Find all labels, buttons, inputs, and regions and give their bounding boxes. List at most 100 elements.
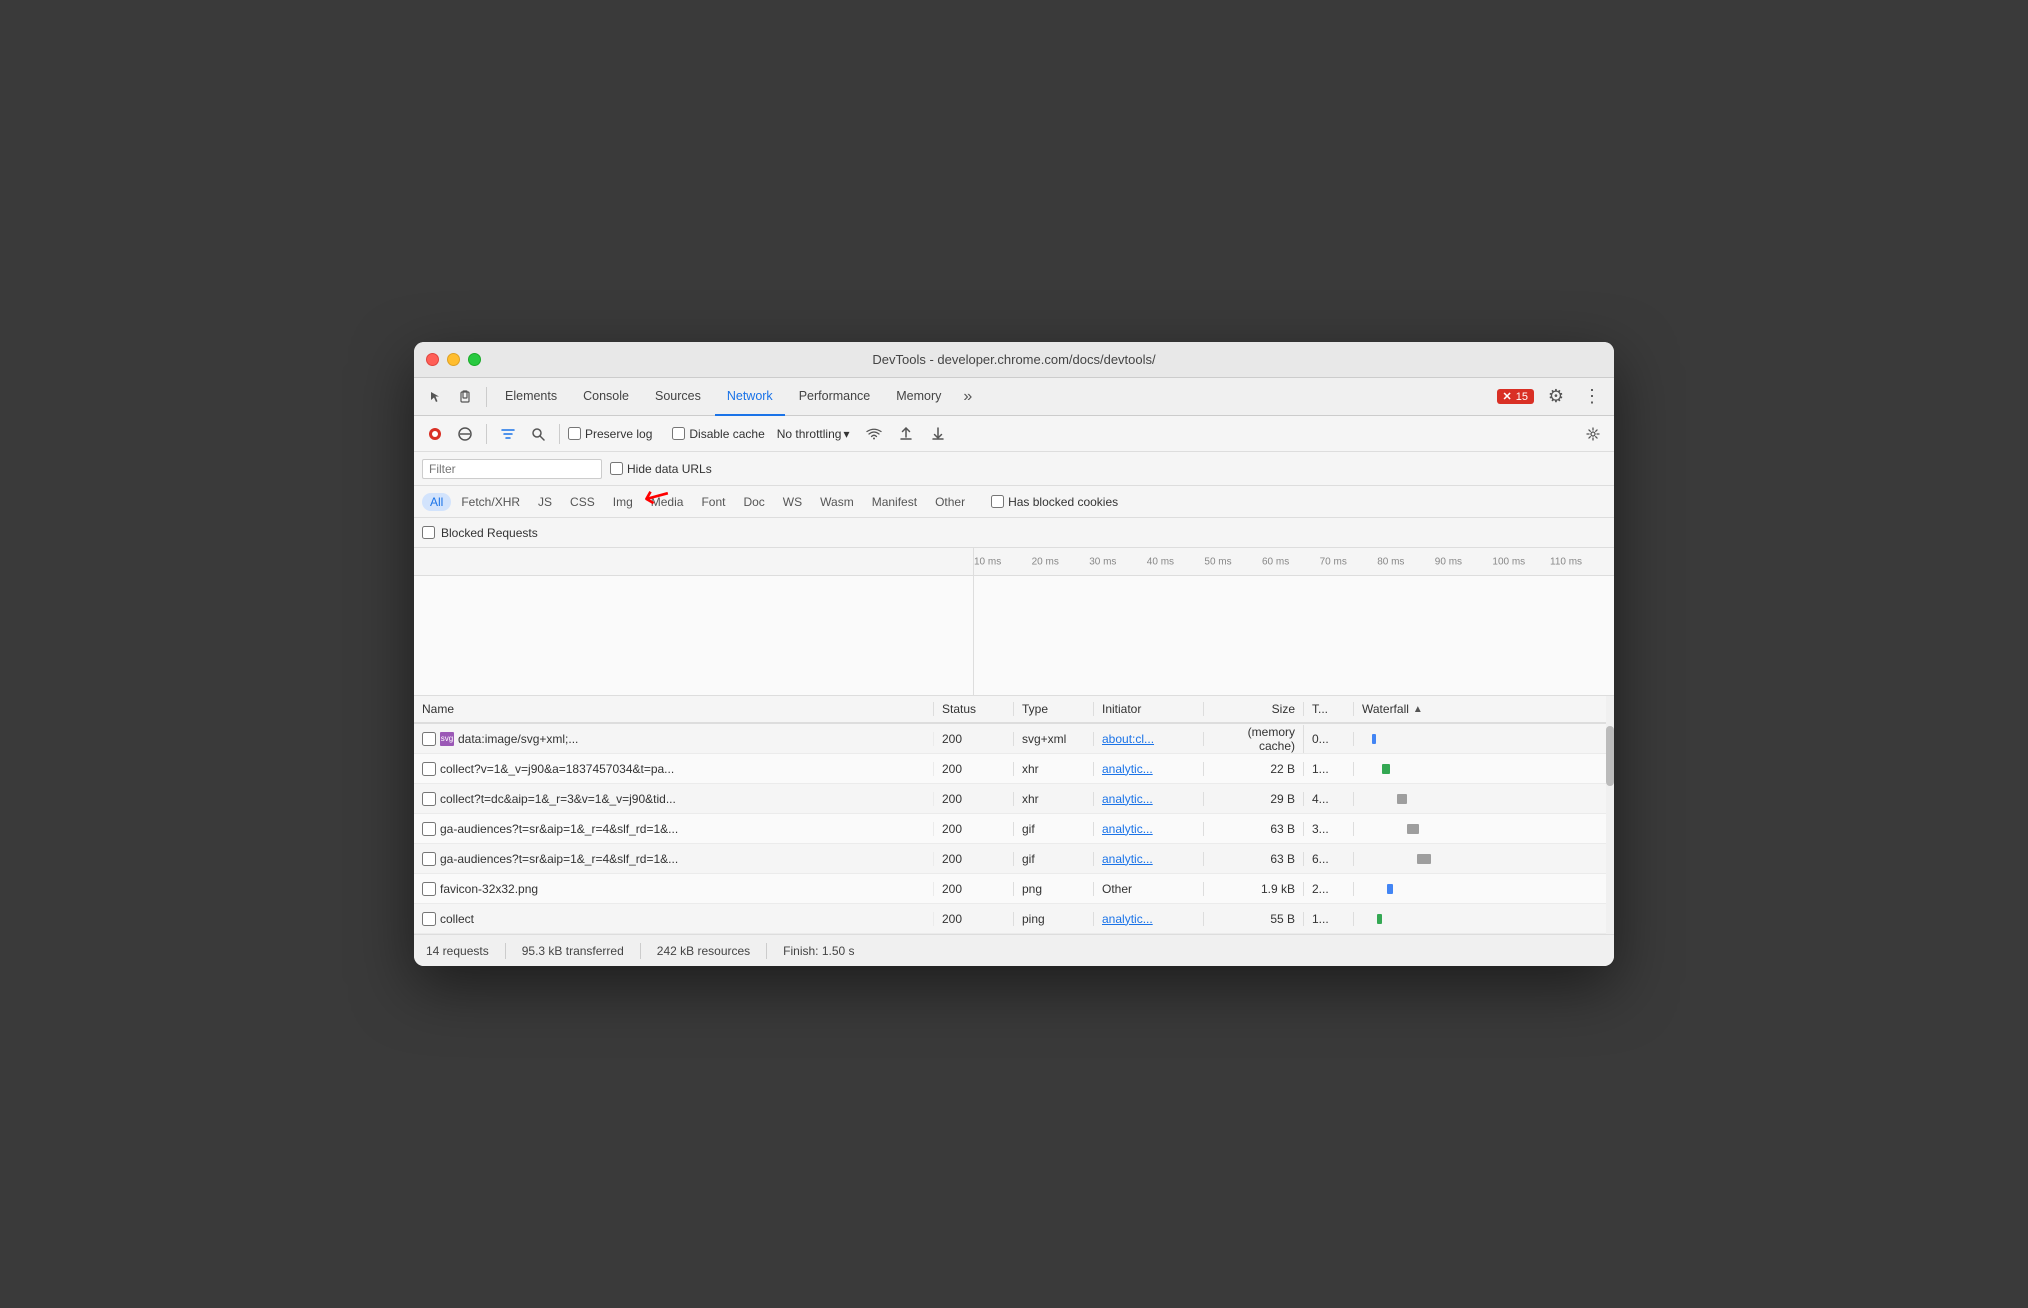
col-header-size: Size <box>1204 702 1304 716</box>
tab-memory[interactable]: Memory <box>884 378 953 416</box>
more-tabs-button[interactable]: » <box>955 388 980 406</box>
table-row[interactable]: ga-audiences?t=sr&aip=1&_r=4&slf_rd=1&..… <box>414 844 1614 874</box>
window-title: DevTools - developer.chrome.com/docs/dev… <box>872 352 1155 367</box>
cell-type-3: gif <box>1014 822 1094 836</box>
clear-button[interactable] <box>452 421 478 447</box>
minimize-button[interactable] <box>447 353 460 366</box>
close-button[interactable] <box>426 353 439 366</box>
filter-input[interactable] <box>422 459 602 479</box>
filter-button[interactable] <box>495 421 521 447</box>
col-header-waterfall: Waterfall ▲ <box>1354 702 1614 716</box>
tab-console[interactable]: Console <box>571 378 641 416</box>
cell-initiator-1: analytic... <box>1094 762 1204 776</box>
toolbar-right-settings <box>1580 421 1606 447</box>
filter-type-other[interactable]: Other <box>927 493 973 511</box>
table-row[interactable]: ga-audiences?t=sr&aip=1&_r=4&slf_rd=1&..… <box>414 814 1614 844</box>
filter-bar: Hide data URLs <box>414 452 1614 486</box>
cell-type-1: xhr <box>1014 762 1094 776</box>
throttle-dropdown[interactable]: No throttling ▾ <box>777 427 850 441</box>
waterfall-bar-3 <box>1407 824 1419 834</box>
initiator-link-4[interactable]: analytic... <box>1102 852 1153 866</box>
row-name-4: ga-audiences?t=sr&aip=1&_r=4&slf_rd=1&..… <box>440 852 925 866</box>
more-options-icon[interactable]: ⋮ <box>1578 383 1606 411</box>
cell-size-3: 63 B <box>1204 822 1304 836</box>
upload-icon[interactable] <box>893 421 919 447</box>
row-name-5: favicon-32x32.png <box>440 882 925 896</box>
initiator-link-2[interactable]: analytic... <box>1102 792 1153 806</box>
initiator-link-0[interactable]: about:cl... <box>1102 732 1154 746</box>
disable-cache-checkbox[interactable] <box>672 427 685 440</box>
hide-data-urls-checkbox[interactable] <box>610 462 623 475</box>
tab-network[interactable]: Network <box>715 378 785 416</box>
initiator-link-3[interactable]: analytic... <box>1102 822 1153 836</box>
row-checkbox-6[interactable] <box>422 912 436 926</box>
cell-status-1: 200 <box>934 762 1014 776</box>
row-checkbox-2[interactable] <box>422 792 436 806</box>
download-icon[interactable] <box>925 421 951 447</box>
maximize-button[interactable] <box>468 353 481 366</box>
cell-time-2: 4... <box>1304 792 1354 806</box>
cell-size-0: (memory cache) <box>1204 725 1304 753</box>
settings-gear-icon[interactable]: ⚙ <box>1542 383 1570 411</box>
row-checkbox-4[interactable] <box>422 852 436 866</box>
sort-ascending-icon[interactable]: ▲ <box>1413 704 1423 715</box>
cell-waterfall-4 <box>1354 854 1614 864</box>
initiator-link-6[interactable]: analytic... <box>1102 912 1153 926</box>
scrollbar-thumb[interactable] <box>1606 726 1614 786</box>
cell-status-0: 200 <box>934 732 1014 746</box>
filter-type-manifest[interactable]: Manifest <box>864 493 925 511</box>
status-footer: 14 requests 95.3 kB transferred 242 kB r… <box>414 934 1614 966</box>
row-checkbox-5[interactable] <box>422 882 436 896</box>
row-checkbox-0[interactable] <box>422 732 436 746</box>
record-button[interactable] <box>422 421 448 447</box>
cell-name-5: favicon-32x32.png <box>414 882 934 896</box>
initiator-link-1[interactable]: analytic... <box>1102 762 1153 776</box>
col-header-initiator: Initiator <box>1094 702 1204 716</box>
blocked-requests-checkbox[interactable] <box>422 526 435 539</box>
has-blocked-cookies-group: Has blocked cookies <box>991 495 1118 509</box>
tab-divider-1 <box>486 387 487 407</box>
tab-elements[interactable]: Elements <box>493 378 569 416</box>
wifi-icon[interactable] <box>861 421 887 447</box>
blocked-requests-label: Blocked Requests <box>441 526 538 540</box>
table-row[interactable]: favicon-32x32.png 200 png Other 1.9 kB 2… <box>414 874 1614 904</box>
timeline-mark-70ms: 70 ms <box>1320 556 1347 567</box>
has-blocked-cookies-checkbox[interactable] <box>991 495 1004 508</box>
pointer-tool-icon[interactable] <box>422 383 450 411</box>
device-toolbar-icon[interactable] <box>452 383 480 411</box>
cell-time-1: 1... <box>1304 762 1354 776</box>
row-checkbox-1[interactable] <box>422 762 436 776</box>
cell-size-4: 63 B <box>1204 852 1304 866</box>
toolbar-divider-1 <box>486 424 487 444</box>
network-settings-icon[interactable] <box>1580 421 1606 447</box>
filter-type-doc[interactable]: Doc <box>735 493 772 511</box>
timeline-mark-30ms: 30 ms <box>1089 556 1116 567</box>
filter-type-wasm[interactable]: Wasm <box>812 493 862 511</box>
table-row[interactable]: svg data:image/svg+xml;... 200 svg+xml a… <box>414 724 1614 754</box>
preserve-log-checkbox[interactable] <box>568 427 581 440</box>
cell-initiator-6: analytic... <box>1094 912 1204 926</box>
cell-time-4: 6... <box>1304 852 1354 866</box>
filter-type-ws[interactable]: WS <box>775 493 810 511</box>
filter-type-all[interactable]: All <box>422 493 451 511</box>
waterfall-bar-1 <box>1382 764 1390 774</box>
filter-type-css[interactable]: CSS <box>562 493 603 511</box>
row-checkbox-3[interactable] <box>422 822 436 836</box>
table-row[interactable]: collect 200 ping analytic... 55 B 1... <box>414 904 1614 934</box>
filter-type-js[interactable]: JS <box>530 493 560 511</box>
tab-sources[interactable]: Sources <box>643 378 713 416</box>
cell-status-2: 200 <box>934 792 1014 806</box>
timeline-mark-110ms: 110 ms <box>1550 556 1582 567</box>
table-row[interactable]: collect?t=dc&aip=1&_r=3&v=1&_v=j90&tid..… <box>414 784 1614 814</box>
tab-performance[interactable]: Performance <box>787 378 883 416</box>
tab-settings-group: ✕ 15 ⚙ ⋮ <box>1497 383 1606 411</box>
filter-type-fetch-xhr[interactable]: Fetch/XHR <box>453 493 528 511</box>
filter-type-font[interactable]: Font <box>693 493 733 511</box>
filter-type-media[interactable]: Media <box>643 493 692 511</box>
svg-icon: svg <box>440 732 454 746</box>
network-icons-group <box>861 421 951 447</box>
table-row[interactable]: collect?v=1&_v=j90&a=1837457034&t=pa... … <box>414 754 1614 784</box>
cell-name-6: collect <box>414 912 934 926</box>
search-button[interactable] <box>525 421 551 447</box>
filter-type-img[interactable]: Img <box>605 493 641 511</box>
